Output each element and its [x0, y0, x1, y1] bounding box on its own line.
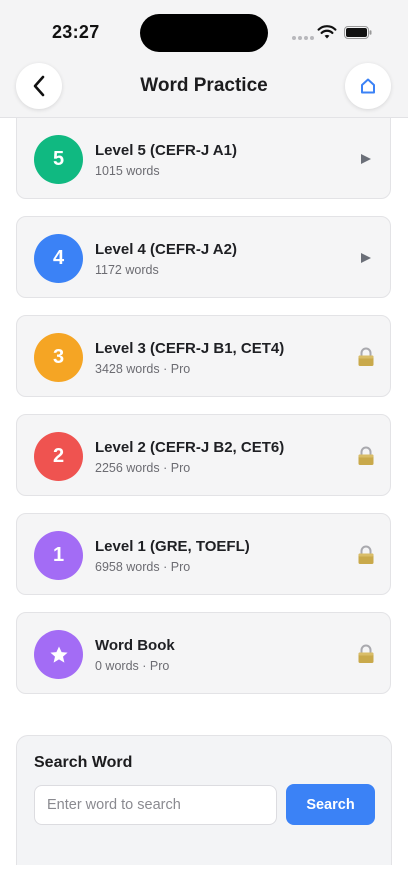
level-card-1[interactable]: 1 Level 1 (GRE, TOEFL) 6958 words · Pro: [16, 513, 391, 595]
search-section: Search Word Search: [16, 735, 392, 865]
play-icon[interactable]: [356, 149, 376, 169]
level-card-2[interactable]: 2 Level 2 (CEFR-J B2, CET6) 2256 words ·…: [16, 414, 391, 496]
home-button[interactable]: [345, 63, 391, 109]
lock-icon: [356, 347, 376, 367]
level-badge: 1: [34, 531, 83, 580]
level-word-count: 1015 words: [95, 164, 160, 178]
level-badge: 3: [34, 333, 83, 382]
dynamic-island: [140, 14, 268, 52]
search-input[interactable]: [34, 785, 277, 825]
wifi-icon: [317, 25, 337, 39]
level-word-count: 0 words · Pro: [95, 659, 170, 673]
level-title: Level 2 (CEFR-J B2, CET6): [95, 439, 285, 456]
lock-icon: [356, 545, 376, 565]
level-badge: 4: [34, 234, 83, 283]
battery-icon: [344, 26, 372, 39]
status-bar: 23:27: [0, 0, 408, 66]
level-card-4[interactable]: 4 Level 4 (CEFR-J A2) 1172 words: [16, 216, 391, 298]
lock-icon: [356, 446, 376, 466]
status-time: 23:27: [52, 22, 100, 42]
level-title: Level 4 (CEFR-J A2): [95, 241, 237, 258]
star-icon: [34, 630, 83, 679]
level-title: Level 5 (CEFR-J A1): [95, 142, 237, 159]
navigation-header: Word Practice: [0, 63, 408, 118]
level-badge: 5: [34, 135, 83, 184]
home-icon: [361, 78, 375, 94]
cellular-signal-icon: [292, 36, 314, 40]
search-title: Search Word: [34, 754, 133, 771]
level-card-3[interactable]: 3 Level 3 (CEFR-J B1, CET4) 3428 words ·…: [16, 315, 391, 397]
search-button[interactable]: Search: [286, 784, 375, 825]
level-title: Level 1 (GRE, TOEFL): [95, 538, 250, 555]
level-word-count: 2256 words · Pro: [95, 461, 191, 475]
level-word-count: 1172 words: [95, 263, 159, 277]
level-title: Level 3 (CEFR-J B1, CET4): [95, 340, 285, 357]
level-word-count: 6958 words · Pro: [95, 560, 191, 574]
level-word-count: 3428 words · Pro: [95, 362, 191, 376]
play-icon[interactable]: [356, 248, 376, 268]
word-book-card[interactable]: Word Book 0 words · Pro: [16, 612, 391, 694]
level-badge: 2: [34, 432, 83, 481]
lock-icon: [356, 644, 376, 664]
level-title: Word Book: [95, 637, 175, 654]
level-card-5[interactable]: 5 Level 5 (CEFR-J A1) 1015 words: [16, 117, 391, 199]
